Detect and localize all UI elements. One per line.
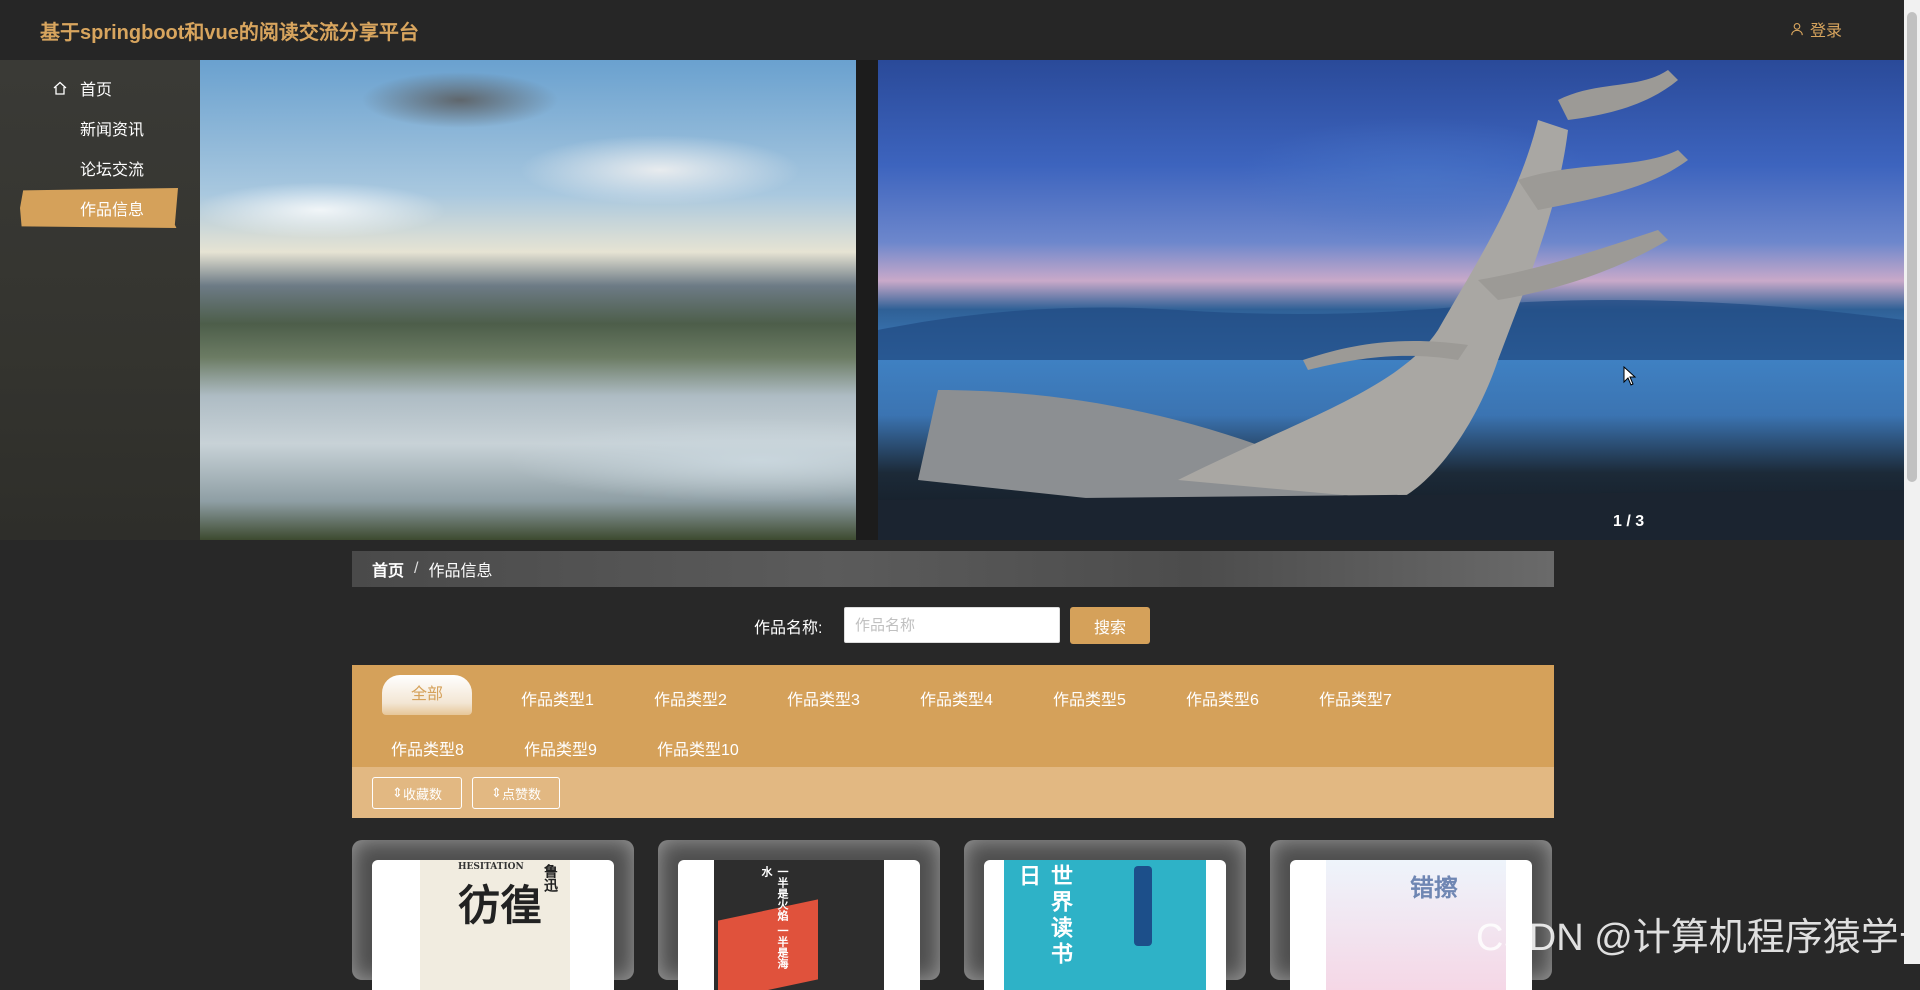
sort-by-like-button[interactable]: ⇕ 点赞数 <box>472 777 560 809</box>
category-tab[interactable]: 作品类型7 <box>1319 686 1392 710</box>
book-author: 鲁迅 <box>542 864 558 892</box>
category-filter-panel: 全部 作品类型1 作品类型2 作品类型3 作品类型4 作品类型5 作品类型6 作… <box>352 665 1554 767</box>
category-tab[interactable]: 作品类型4 <box>920 686 993 710</box>
book-cover: 世界读书日 <box>984 860 1226 990</box>
top-bar: 基于springboot和vue的阅读交流分享平台 登录 <box>0 0 1904 60</box>
category-tab[interactable]: 作品类型1 <box>521 686 594 710</box>
breadcrumb: 首页 / 作品信息 <box>352 551 1554 587</box>
sort-label: 收藏数 <box>402 786 442 802</box>
watermark-text: CSDN @计算机程序猿学长 <box>1476 917 1920 959</box>
category-tab-all[interactable]: 全部 <box>382 675 472 715</box>
page-scrollbar[interactable] <box>1904 0 1920 964</box>
book-cover: 一半是火焰 一半是海水 <box>678 860 920 990</box>
banner-slide-lake <box>200 60 856 540</box>
sidebar-item-home[interactable]: 首页 <box>20 68 178 108</box>
sidebar-item-forum[interactable]: 论坛交流 <box>20 148 178 188</box>
banner-slide-tree: 1 / 3 <box>878 60 1904 540</box>
sort-bar: ⇕ 收藏数 ⇕ 点赞数 <box>352 767 1554 818</box>
sidebar-item-works[interactable]: 作品信息 <box>20 188 178 228</box>
category-tab[interactable]: 作品类型9 <box>524 736 597 760</box>
book-cover: HESITATION 彷徨 鲁迅 <box>372 860 614 990</box>
book-title: 世界读书日 <box>1015 864 1073 968</box>
breadcrumb-separator: / <box>414 560 419 577</box>
scrollbar-thumb[interactable] <box>1907 12 1917 482</box>
category-tab[interactable]: 作品类型6 <box>1186 686 1259 710</box>
sort-icon: ⇕ <box>392 785 403 800</box>
mouse-cursor-icon <box>1623 366 1637 386</box>
site-title[interactable]: 基于springboot和vue的阅读交流分享平台 <box>40 16 419 45</box>
sidebar-item-label: 作品信息 <box>80 202 145 219</box>
book-subtitle: HESITATION <box>458 862 524 872</box>
book-card[interactable]: 一半是火焰 一半是海水 <box>658 840 940 990</box>
category-tab[interactable]: 作品类型10 <box>657 736 739 760</box>
category-tab[interactable]: 作品类型3 <box>787 686 860 710</box>
sidebar-item-news[interactable]: 新闻资讯 <box>20 108 178 148</box>
sidebar-nav: 首页 新闻资讯 论坛交流 作品信息 <box>0 60 200 540</box>
sidebar-item-label: 首页 <box>80 82 113 99</box>
login-link[interactable]: 登录 <box>1790 17 1842 41</box>
breadcrumb-current: 作品信息 <box>428 563 493 580</box>
sidebar-item-label: 论坛交流 <box>80 162 145 179</box>
carousel-counter: 1 / 3 <box>1613 513 1645 530</box>
search-label: 作品名称: <box>754 620 823 637</box>
book-title: 一半是火焰 一半是海水 <box>760 866 789 969</box>
sidebar-item-label: 新闻资讯 <box>80 122 145 139</box>
banner-carousel[interactable]: 1 / 3 <box>200 60 1904 540</box>
user-icon <box>1791 23 1803 36</box>
search-button[interactable]: 搜索 <box>1070 607 1150 644</box>
category-tab[interactable]: 作品类型8 <box>391 736 464 760</box>
sort-label: 点赞数 <box>501 786 541 802</box>
category-tab[interactable]: 作品类型5 <box>1053 686 1126 710</box>
cover-figure <box>1134 866 1152 946</box>
breadcrumb-home[interactable]: 首页 <box>372 557 404 581</box>
sort-by-collect-button[interactable]: ⇕ 收藏数 <box>372 777 462 809</box>
book-card[interactable]: HESITATION 彷徨 鲁迅 <box>352 840 634 990</box>
book-title: 彷徨 <box>458 881 543 930</box>
search-input[interactable] <box>844 607 1060 643</box>
category-tab[interactable]: 作品类型2 <box>654 686 727 710</box>
login-label: 登录 <box>1810 23 1843 40</box>
sort-icon: ⇕ <box>491 785 502 800</box>
book-card[interactable]: 世界读书日 <box>964 840 1246 990</box>
home-icon <box>53 81 67 95</box>
tree-illustration <box>878 70 1904 540</box>
book-title: 错擦 <box>1410 873 1458 902</box>
